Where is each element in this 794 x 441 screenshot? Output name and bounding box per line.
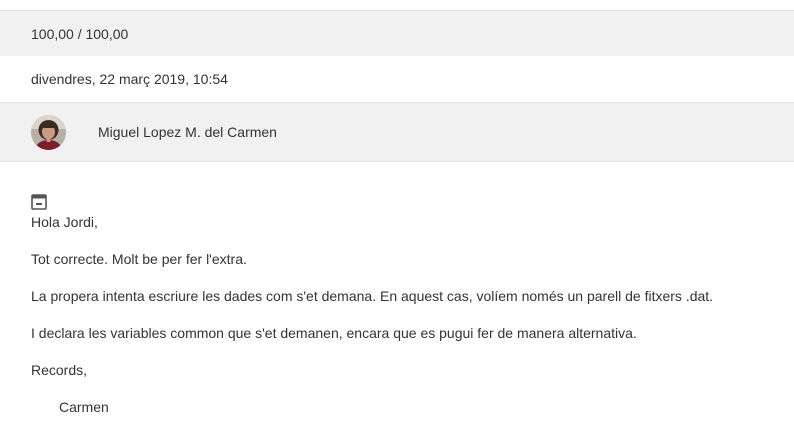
message-paragraph: Tot correcte. Molt be per fer l'extra.: [31, 251, 247, 267]
message-paragraph: La propera intenta escriure les dades co…: [31, 288, 714, 304]
grade-row: 100,00 / 100,00: [0, 10, 794, 56]
collapse-window-icon[interactable]: [31, 194, 47, 210]
author-row: Miguel Lopez M. del Carmen: [0, 102, 794, 162]
avatar[interactable]: [31, 114, 66, 150]
grade-value: 100,00 / 100,00: [31, 25, 129, 42]
submission-date-row: divendres, 22 març 2019, 10:54: [0, 56, 794, 102]
message-paragraph: Hola Jordi,: [31, 214, 98, 230]
message-signature: Carmen: [59, 399, 109, 415]
submission-date: divendres, 22 març 2019, 10:54: [31, 71, 228, 87]
user-avatar-icon: [31, 114, 66, 150]
feedback-message: Hola Jordi, Tot correcte. Molt be per fe…: [31, 192, 771, 416]
message-paragraph: I declara les variables common que s'et …: [31, 325, 637, 341]
message-paragraph: Records,: [31, 362, 88, 378]
author-name[interactable]: Miguel Lopez M. del Carmen: [98, 124, 277, 140]
feedback-panel: 100,00 / 100,00 divendres, 22 març 2019,…: [0, 0, 794, 441]
